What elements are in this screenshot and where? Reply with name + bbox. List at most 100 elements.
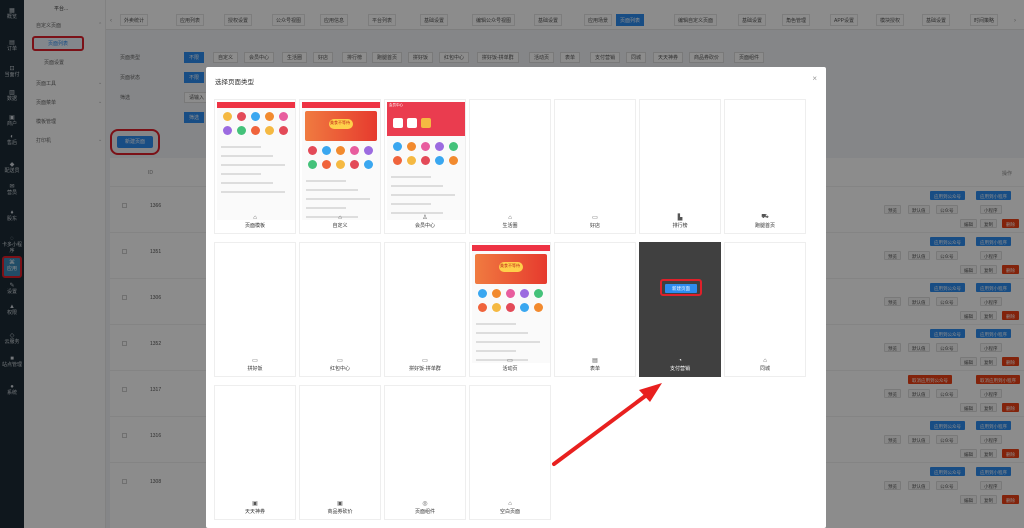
preview-icon (265, 126, 274, 135)
page-type-icon: ⛟ (761, 214, 769, 220)
page-type-label: 自定义 (332, 223, 348, 229)
page-type-label: 空白页面 (499, 509, 520, 515)
page-type-label: 会员中心 (414, 223, 435, 229)
preview-icon (308, 146, 317, 155)
preview-icon (308, 160, 317, 169)
preview-icon (520, 289, 529, 298)
page-type-card[interactable]: ⌂ 生活圈 (469, 99, 551, 234)
page-type-card[interactable]: ▭ 红包中心 (299, 242, 381, 377)
preview-icon (492, 289, 501, 298)
page-type-icon: ⌂ (338, 215, 342, 221)
preview-icon (506, 289, 515, 298)
modal-title: 选择页面类型 (215, 79, 254, 86)
page-type-card[interactable]: 新建页面 ◔ 支付营销 (639, 242, 721, 377)
page-type-label: 红包中心 (329, 366, 350, 372)
preview-icon (350, 146, 359, 155)
preview-icon (364, 146, 373, 155)
page-type-icon: ◔ (678, 358, 682, 364)
create-page-button[interactable]: 新建页面 (665, 284, 697, 293)
page-type-card[interactable]: ▭ 拼好饭 (214, 242, 296, 377)
page-type-card[interactable]: ▣ 天天神券 (214, 385, 296, 520)
preview-line (221, 182, 273, 184)
preview-banner: 美食不等待 (305, 111, 377, 141)
preview-line (391, 176, 431, 178)
page-type-card[interactable]: ⌂ 空白页面 (469, 385, 551, 520)
preview-icon (322, 146, 331, 155)
preview-stat (393, 118, 403, 128)
page-type-card[interactable]: ◎ 页面组件 (384, 385, 466, 520)
preview-icon (336, 160, 345, 169)
page-type-icon: ▭ (422, 358, 428, 364)
preview-title: 会员中心 (389, 103, 403, 107)
preview-banner: 美食不等待 (475, 254, 547, 284)
preview-icon (265, 112, 274, 121)
preview-line (476, 323, 516, 325)
close-icon[interactable]: × (812, 74, 817, 83)
preview-line (306, 189, 358, 191)
page-type-card[interactable]: ▙ 排行榜 (639, 99, 721, 234)
create-page-button-highlight: 新建页面 (660, 279, 702, 296)
page-type-label: 活动页 (502, 366, 518, 372)
page-type-icon: ♙ (422, 215, 428, 221)
page-type-card[interactable]: ▣ 商品券砍价 (299, 385, 381, 520)
page-preview-thumbnail: 会员中心 (387, 102, 465, 220)
page-type-label: 支付营销 (669, 366, 690, 372)
preview-topbar (217, 102, 295, 108)
preview-icon (223, 126, 232, 135)
page-type-label: 页面模板 (244, 223, 265, 229)
page-type-label: 同城 (759, 366, 770, 372)
page-preview-thumbnail: 美食不等待 (302, 102, 380, 220)
page-type-card[interactable]: ⌂ 同城 (724, 242, 806, 377)
preview-icon (407, 156, 416, 165)
preview-icon (393, 142, 402, 151)
page-type-label: 商品券砍价 (327, 509, 353, 515)
page-type-label: 跑腿首页 (754, 223, 775, 229)
preview-line (221, 164, 285, 166)
preview-icon (506, 303, 515, 312)
preview-topbar (302, 102, 380, 108)
preview-icon (237, 126, 246, 135)
page-type-icon: ▭ (252, 358, 258, 364)
preview-icon (435, 156, 444, 165)
preview-line (476, 350, 516, 352)
page-type-label: 页面组件 (414, 509, 435, 515)
preview-icon (336, 146, 345, 155)
page-type-modal: 选择页面类型 × ⌂ 页面模板 美食不等待 ⌂ 自定义 会员中心 ♙ 会员中心 ⌂ 生活圈 ▭ 好店 ▙… (206, 67, 826, 528)
preview-icon (492, 303, 501, 312)
preview-icon (534, 303, 543, 312)
page-type-card[interactable]: ⌂ 页面模板 (214, 99, 296, 234)
preview-line (306, 180, 346, 182)
preview-line (476, 332, 528, 334)
preview-icon (520, 303, 529, 312)
preview-icon (364, 160, 373, 169)
page-type-label: 天天神券 (244, 509, 265, 515)
preview-stat (407, 118, 417, 128)
preview-icon (279, 112, 288, 121)
page-type-card[interactable]: ⛟ 跑腿首页 (724, 99, 806, 234)
preview-icon (478, 289, 487, 298)
preview-icon (279, 126, 288, 135)
preview-line (221, 191, 285, 193)
page-type-card[interactable]: ▭ 拼好饭-拼单群 (384, 242, 466, 377)
page-type-card[interactable]: 美食不等待 ▭ 活动页 (469, 242, 551, 377)
preview-icon (251, 112, 260, 121)
preview-icon (435, 142, 444, 151)
page-type-card[interactable]: 会员中心 ♙ 会员中心 (384, 99, 466, 234)
preview-line (476, 341, 540, 343)
page-type-icon: ▤ (592, 358, 598, 364)
page-type-label: 拼好饭 (247, 366, 263, 372)
page-type-icon: ▭ (507, 358, 513, 364)
preview-icon (223, 112, 232, 121)
page-type-icon: ▭ (337, 358, 343, 364)
page-preview-thumbnail (217, 102, 295, 220)
preview-icon (237, 112, 246, 121)
preview-icon (421, 142, 430, 151)
page-type-card[interactable]: ▭ 好店 (554, 99, 636, 234)
app-root: ▦ 概览 ▤ 订单 ⊡ 当面付 ▥ 数据 ▣ 商户 ◐ 售后 ◆ 配送员 ✉ 营员 ♦ 股东 ◌ 卡多小程序 ⌘ 应用 ✎ 设… (0, 0, 1024, 528)
page-type-card[interactable]: ▤ 表单 (554, 242, 636, 377)
preview-line (221, 146, 261, 148)
page-type-card[interactable]: 美食不等待 ⌂ 自定义 (299, 99, 381, 234)
page-type-icon: ▣ (337, 501, 343, 507)
preview-icon (421, 156, 430, 165)
preview-topbar (472, 245, 550, 251)
